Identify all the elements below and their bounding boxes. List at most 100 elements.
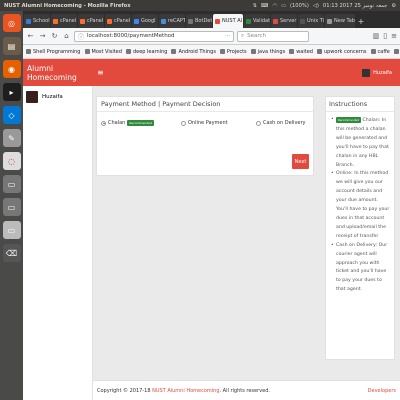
sidebar-user-name: Huzaifa [42, 94, 63, 100]
bookmark-item[interactable]: upwork concerns [316, 49, 367, 55]
browser-tab[interactable]: cPanel [51, 14, 77, 28]
volume-icon[interactable]: ◁) [313, 3, 319, 9]
tab-label: BotDetec [195, 18, 212, 24]
bookmark-folder-icon [26, 49, 31, 54]
option-chalan[interactable]: Chalan Recommended [101, 120, 181, 126]
system-tray: ⇅ ⌨ ◠ ▭ (100%) ◁) 01:13 2017 جمعہ نومبر … [253, 3, 396, 9]
forward-icon[interactable]: → [38, 32, 47, 41]
help-icon[interactable]: ◌ [2, 152, 21, 170]
bookmark-item[interactable]: java things [250, 48, 286, 55]
clock[interactable]: 01:13 2017 جمعہ نومبر 25 [323, 3, 387, 9]
tab-label: reCAPT [168, 18, 185, 24]
user-menu[interactable]: Huzaifa [362, 68, 392, 77]
keyboard-icon[interactable]: ⌨ [261, 3, 269, 9]
tab-active[interactable]: NUST Al× [213, 14, 243, 28]
files-icon[interactable]: ▤ [2, 37, 21, 55]
brand-title[interactable]: Alumni Homecoming [23, 64, 93, 82]
browser-tab[interactable]: Unix Ti [298, 14, 324, 28]
sidebar-avatar [26, 91, 38, 103]
bookmark-label: Shell Programming [33, 48, 81, 55]
bookmark-folder-icon [250, 49, 256, 54]
home-icon[interactable]: ⌂ [62, 32, 71, 41]
tab-favicon-icon [80, 18, 85, 24]
browser-tab[interactable]: BotDetec [186, 14, 212, 28]
window-title: NUST Alumni Homecoming - Mozilla Firefox [4, 2, 131, 9]
bookmark-item[interactable]: web [393, 49, 400, 55]
url-bar[interactable]: ⓘ localhost:8000/paymentMethod ··· [74, 30, 234, 42]
recommended-badge: Recommended [127, 120, 154, 126]
bookmark-item[interactable]: Projects [219, 49, 247, 55]
text-editor-icon[interactable]: ✎ [2, 129, 21, 147]
reload-icon[interactable]: ↻ [50, 32, 59, 41]
bookmark-item[interactable]: Most Visited [84, 48, 122, 55]
tab-label: Googl [141, 18, 156, 24]
tab-favicon-icon [273, 18, 278, 24]
tab-label: NUST Al [222, 18, 243, 24]
cash-on-delivery-radio[interactable] [256, 120, 261, 126]
browser-tab[interactable]: Validat [244, 14, 270, 28]
trash-icon[interactable]: ⌫ [2, 244, 21, 262]
browser-tab[interactable]: cPanel [105, 14, 131, 28]
launcher: ◎ ▤ ◉ ▸ ◇ ✎ ◌ ▭ ▭ ▭ ⌫ [0, 11, 23, 400]
next-button[interactable]: Next [292, 154, 309, 169]
network-icon[interactable]: ⇅ [253, 3, 257, 9]
chalan-radio[interactable] [101, 120, 106, 126]
browser-tab[interactable]: New Tab [325, 14, 355, 28]
developers-link[interactable]: Developers [368, 388, 396, 394]
footer-brand-link[interactable]: NUST Alumni Homecoming [152, 388, 219, 394]
browser-tab[interactable]: School [24, 14, 50, 28]
bookmark-label: java things [257, 48, 286, 55]
bookmark-item[interactable]: caffe [370, 49, 390, 55]
option-online-payment[interactable]: Online Payment [181, 120, 256, 126]
browser-tab[interactable]: cPanel [78, 14, 104, 28]
online-payment-radio[interactable] [181, 120, 186, 126]
url-text[interactable]: localhost:8000/paymentMethod [87, 33, 175, 39]
bookmark-item[interactable]: Shell Programming [26, 49, 81, 55]
back-icon[interactable]: ← [26, 32, 35, 41]
instruction-text: Online: In this method we will give you … [336, 171, 390, 239]
battery-percent: (100%) [289, 2, 309, 9]
option-cash-on-delivery[interactable]: Cash on Delivery [256, 120, 306, 126]
bookmark-folder-icon [84, 49, 90, 54]
dash-icon[interactable]: ◎ [2, 14, 21, 32]
bookmark-item[interactable]: Android Things [171, 48, 216, 55]
browser-tab[interactable]: Server [271, 14, 297, 28]
browser-tab[interactable]: Googl [132, 14, 158, 28]
tab-favicon-icon [246, 18, 251, 24]
bookmark-item[interactable]: deep learning [125, 49, 167, 55]
cash-on-delivery-label: Cash on Delivery [263, 120, 306, 126]
tab-label: Server [280, 18, 297, 24]
tab-label: New Tab [334, 18, 355, 24]
page-actions-icon[interactable]: ··· [225, 33, 230, 39]
sidebar-icon[interactable]: ▯ [383, 32, 387, 40]
bookmark-label: Android Things [178, 48, 216, 55]
tab-label: Validat [253, 18, 270, 24]
battery-icon[interactable]: ▭ [281, 3, 286, 9]
disk-drive-icon[interactable]: ▭ [2, 175, 21, 193]
tab-favicon-icon [26, 18, 31, 24]
instructions-list: Recommended Chalan: In this method a cha… [326, 112, 394, 295]
browser-tab[interactable]: reCAPT [159, 14, 185, 28]
firefox-icon[interactable]: ◉ [2, 60, 21, 78]
library-icon[interactable]: ▥ [373, 32, 380, 40]
terminal-icon[interactable]: ▸ [2, 83, 21, 101]
tab-label: School [33, 18, 50, 24]
search-bar[interactable]: ⌕ Search [237, 30, 309, 42]
usb-drive-icon[interactable]: ▭ [2, 221, 21, 239]
wifi-icon[interactable]: ◠ [273, 3, 278, 9]
new-tab-icon[interactable]: + [356, 14, 366, 28]
bookmark-folder-icon [370, 49, 376, 54]
instructions-panel: Instructions Recommended Chalan: In this… [325, 96, 395, 360]
hamburger-menu-icon[interactable]: ≡ [97, 68, 104, 77]
vscode-icon[interactable]: ◇ [2, 106, 21, 124]
info-icon[interactable]: ⓘ [78, 32, 84, 41]
menu-icon[interactable]: ≡ [391, 32, 397, 40]
power-icon[interactable]: ⚙ [391, 3, 396, 9]
bookmark-label: Most Visited [91, 48, 122, 55]
search-placeholder: Search [247, 33, 266, 39]
chalan-label: Chalan [108, 120, 126, 126]
sidebar-user: Huzaifa [23, 86, 92, 108]
disk-drive-icon[interactable]: ▭ [2, 198, 21, 216]
bookmark-item[interactable]: waited [289, 49, 313, 55]
tab-favicon-icon [300, 18, 305, 24]
